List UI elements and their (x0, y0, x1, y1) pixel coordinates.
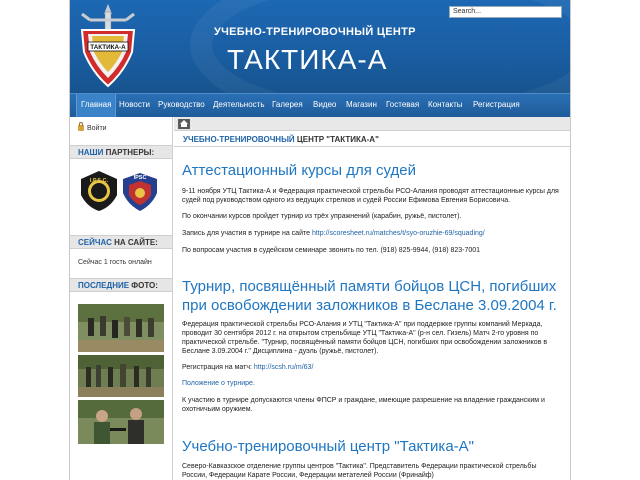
article-1-paragraph-4: По вопросам участия в судейском семинаре… (182, 247, 481, 254)
page-title-highlight: УЧЕБНО-ТРЕНИРОВОЧНЫЙ (183, 135, 295, 144)
nav-item-activity[interactable]: Деятельность (213, 94, 265, 117)
online-heading: СЕЙЧАС НА САЙТЕ: (70, 235, 172, 249)
nav-item-news[interactable]: Новости (119, 94, 150, 117)
main-nav: Главная Новости Руководство Деятельность… (70, 93, 570, 117)
article-title-2[interactable]: Турнир, посвящённый памяти бойцов ЦСН, п… (182, 277, 562, 315)
photo-thumbnail-2[interactable] (78, 355, 164, 397)
breadcrumb (174, 117, 570, 131)
article-1-registration-text: Запись для участия в турнире на сайте (182, 230, 311, 237)
site-subtitle: УЧЕБНО-ТРЕНИРОВОЧНЫЙ ЦЕНТР (214, 26, 416, 38)
nav-item-contacts[interactable]: Контакты (428, 94, 463, 117)
article-1-paragraph-2: По окончании курсов пройдет турнир из тр… (182, 213, 462, 220)
photo-thumbnail-3[interactable] (78, 400, 164, 444)
page-title-rest: ЦЕНТР "ТАКТИКА-А" (296, 135, 379, 144)
article-1-paragraph-3: Запись для участия в турнире на сайте ht… (182, 229, 562, 238)
nav-item-guestbook[interactable]: Гостевая (386, 94, 419, 117)
nav-item-gallery[interactable]: Галерея (272, 94, 303, 117)
tactika-logo[interactable]: ТАКТИКА-А (76, 2, 140, 92)
ipsc-partner-logo-2[interactable]: IPSC (120, 169, 160, 213)
article-2-paragraph-4: К участию в турнире допускаются члены ФП… (182, 397, 545, 413)
site-title: ТАКТИКА-А (227, 44, 388, 75)
nav-item-management[interactable]: Руководство (158, 94, 205, 117)
online-count: Сейчас 1 гость онлайн (78, 259, 152, 266)
partners-heading-highlight: НАШИ (78, 148, 104, 157)
nav-item-home[interactable]: Главная (76, 94, 117, 117)
nav-item-registration[interactable]: Регистрация (473, 94, 520, 117)
nav-item-video[interactable]: Видео (313, 94, 336, 117)
article-1-registration-link[interactable]: http://scoresheet.ru/matches/t/syo-oruzh… (312, 230, 485, 237)
photo-thumbnail-1[interactable] (78, 304, 164, 352)
login-label[interactable]: Войти (87, 125, 107, 132)
search-input[interactable]: Search... (449, 6, 562, 18)
ipsc-partner-logo-1[interactable]: I.P.S.C. (79, 169, 119, 213)
page-title: УЧЕБНО-ТРЕНИРОВОЧНЫЙ ЦЕНТР "ТАКТИКА-А" (183, 135, 379, 144)
article-3-paragraph-1: Северо-Кавказское отделение группы центр… (182, 463, 537, 479)
article-1-paragraph-1: 9-11 ноября УТЦ Тактика-А и Федерация пр… (182, 188, 559, 204)
photos-heading-highlight: ПОСЛЕДНИЕ (78, 281, 130, 290)
partners-heading-rest: ПАРТНЕРЫ: (105, 148, 155, 157)
article-title-3[interactable]: Учебно-тренировочный центр "Тактика-А" (182, 437, 562, 456)
title-divider (174, 146, 570, 147)
online-heading-rest: НА САЙТЕ: (114, 238, 158, 247)
site-header: ТАКТИКА-А УЧЕБНО-ТРЕНИРОВОЧНЫЙ ЦЕНТР ТАК… (70, 0, 570, 93)
partner1-text: I.P.S.C. (90, 178, 109, 184)
article-2-registration-link[interactable]: http://scsh.ru/m/63/ (254, 364, 314, 371)
logo-text: ТАКТИКА-А (90, 44, 126, 51)
article-2-regulations-link[interactable]: Положение о турнире. (182, 379, 562, 388)
article-title-1[interactable]: Аттестационный курсы для судей (182, 161, 562, 180)
partners-heading: НАШИ ПАРТНЕРЫ: (70, 145, 172, 159)
article-2-paragraph-1: Федерация практической стрельбы РСО-Алан… (182, 321, 548, 355)
home-icon[interactable] (178, 119, 190, 129)
lock-icon (78, 122, 84, 131)
article-2-paragraph-2: Регистрация на матч: http://scsh.ru/m/63… (182, 363, 562, 372)
photos-heading-rest: ФОТО: (131, 281, 158, 290)
page-wrapper: ТАКТИКА-А УЧЕБНО-ТРЕНИРОВОЧНЫЙ ЦЕНТР ТАК… (69, 0, 571, 480)
login-link[interactable]: Войти (78, 122, 107, 132)
sidebar: Войти НАШИ ПАРТНЕРЫ: I.P.S.C. IPSC СЕЙЧА… (70, 117, 173, 480)
online-heading-highlight: СЕЙЧАС (78, 238, 112, 247)
nav-item-shop[interactable]: Магазин (346, 94, 377, 117)
article-2-registration-text: Регистрация на матч: (182, 364, 252, 371)
partner2-text: IPSC (134, 175, 147, 181)
photos-heading: ПОСЛЕДНИЕ ФОТО: (70, 278, 172, 292)
